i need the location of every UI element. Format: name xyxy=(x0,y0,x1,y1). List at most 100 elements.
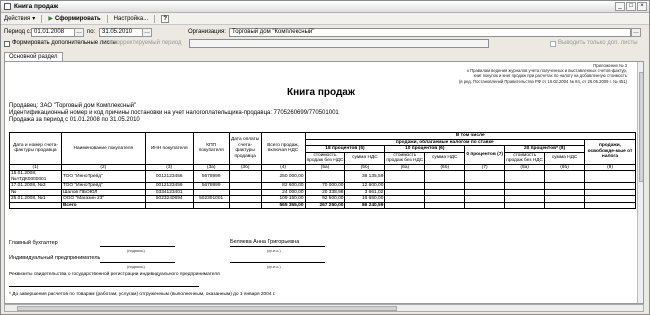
footnote: * До завершения расчетов по товарам (раб… xyxy=(9,292,276,297)
org-label: Организация: xyxy=(188,29,226,35)
table-cell: 15.01.2008, №АТДК0000001 xyxy=(9,170,62,183)
total-cost-18: 267 250,00 xyxy=(304,201,346,209)
total-empty-cell xyxy=(144,201,194,209)
signature-caption: (подпись) xyxy=(127,248,145,253)
close-button[interactable]: × xyxy=(637,2,647,11)
correction-period-label: за корректируемый период xyxy=(106,40,182,46)
report-document: Приложение № 3 к Правилам ведения журнал… xyxy=(4,61,644,304)
document-icon xyxy=(4,3,11,10)
table-cell: 38 135,59 xyxy=(344,170,386,183)
table-cell xyxy=(228,170,262,183)
vertical-scrollbar[interactable] xyxy=(637,62,643,303)
header-vat: сумма НДС xyxy=(544,151,585,165)
accountant-label: Главный бухгалтер xyxy=(9,240,58,246)
total-empty-cell xyxy=(464,201,506,209)
select-org-button[interactable]: … xyxy=(631,28,641,37)
table-cell xyxy=(304,170,346,183)
inn-line: Идентификационный номер и код причины по… xyxy=(9,110,339,116)
entrepreneur-name-line xyxy=(230,262,325,263)
fio-caption: (ф.и.о.) xyxy=(267,248,281,253)
table-row: 15.01.2008, №АТДК0000001 ТОО "ИнноТрейд" 0… xyxy=(9,170,636,183)
appendix-note: Приложение № 3 к Правилам ведения журнал… xyxy=(377,63,627,84)
header-exempt: продажи, освобожде-мые от налога xyxy=(584,138,636,165)
accountant-name: Беляева Анна Григорьевна xyxy=(230,239,300,245)
header-rate-0: 0 процентов (7) xyxy=(464,145,506,165)
table-cell xyxy=(584,170,636,183)
settings-button[interactable]: Настройка... xyxy=(114,16,149,22)
only-add-sheets-checkbox[interactable] xyxy=(550,41,556,47)
header-vat: сумма НДС xyxy=(344,151,386,165)
separator xyxy=(106,14,108,23)
generate-button[interactable]: ▶ Сформировать xyxy=(48,15,101,23)
horizontal-scrollbar[interactable] xyxy=(4,304,644,312)
header-invoice: Дата и номер счета-фактуры продавца xyxy=(9,132,62,165)
total-vat-18: 86 240,59 xyxy=(344,201,386,209)
header-inn: ИНН покупателя xyxy=(144,132,194,165)
maximize-button[interactable]: □ xyxy=(626,2,636,11)
report-title: Книга продаж xyxy=(287,87,355,98)
table-cell: 5678999 xyxy=(192,170,230,183)
table-cell: ТОО "ИнноТрейд" xyxy=(60,170,146,183)
title-bar: Книга продаж _ □ × xyxy=(1,1,649,13)
fio-caption: (ф.и.о.) xyxy=(267,264,281,269)
scroll-thumb[interactable] xyxy=(639,72,643,182)
seller-line: Продавец: ЗАО "Торговый дом Комплексный" xyxy=(9,103,137,109)
appendix-line: (в ред. Постановлений Правительства РФ о… xyxy=(458,78,627,84)
period-to-label: по: xyxy=(87,29,96,35)
accountant-signature-line xyxy=(100,246,175,247)
minimize-button[interactable]: _ xyxy=(615,2,625,11)
additional-sheets-label: Формировать дополнительные листы xyxy=(12,40,117,46)
total-empty-cell xyxy=(504,201,546,209)
header-paydate: Дата оплаты счета-фактуры продавца xyxy=(228,132,262,165)
additional-sheets-checkbox[interactable] xyxy=(4,41,10,47)
entrepreneur-signature-line xyxy=(100,262,175,263)
calendar-from-icon[interactable]: … xyxy=(74,28,84,37)
separator xyxy=(154,14,156,23)
total-empty-cell xyxy=(192,201,230,209)
sales-table: Дата и номер счета-фактуры продавца Наим… xyxy=(9,132,637,209)
play-icon: ▶ xyxy=(48,16,53,22)
total-empty-cell xyxy=(384,201,426,209)
table-cell xyxy=(464,170,506,183)
organization-field[interactable]: Торговый дом "Комплексный" xyxy=(229,28,631,37)
header-cost: стоимость продаж без НДС xyxy=(384,151,426,165)
signature-caption: (подпись) xyxy=(127,264,145,269)
table-cell: 250 000,00 xyxy=(260,170,306,183)
table-cell xyxy=(504,170,546,183)
header-total: Всего продаж, включая НДС xyxy=(260,132,306,165)
accountant-name-line xyxy=(230,246,325,247)
period-line: Продажа за период с 01.01.2008 по 31.05.… xyxy=(9,117,140,123)
period-from-field[interactable]: 01.01.2008 xyxy=(31,28,75,37)
generate-label: Сформировать xyxy=(54,15,101,22)
window-title: Книга продаж xyxy=(14,3,59,10)
header-vat: сумма НДС xyxy=(424,151,466,165)
table-cell xyxy=(384,170,426,183)
total-empty-cell xyxy=(584,201,636,209)
tab-main[interactable]: Основной раздел xyxy=(4,52,63,61)
total-sales: 565 355,00 xyxy=(260,201,306,209)
correction-period-field[interactable] xyxy=(189,39,489,48)
entrepreneur-label: Индивидуальный предприниматель xyxy=(9,255,101,261)
period-to-field[interactable]: 31.05.2010 xyxy=(99,28,143,37)
help-button[interactable]: ? xyxy=(161,14,170,23)
total-row: Всего 565 355,00 267 250,00 86 240,59 xyxy=(9,201,636,209)
period-label: Период с: xyxy=(4,29,32,35)
table-cell xyxy=(424,170,466,183)
header-cost: стоимость продаж без НДС xyxy=(504,151,546,165)
header-cost: стоимость продаж без НДС xyxy=(304,151,346,165)
report-window: Книга продаж _ □ × Действия ▾ ▶ Сформирова… xyxy=(0,0,650,315)
table-cell xyxy=(544,170,585,183)
dropdown-arrow-icon: ▾ xyxy=(32,16,36,22)
requisites-label: Реквизиты свидетельства о государственно… xyxy=(9,272,220,277)
only-add-sheets-label: Выводить только доп. листы xyxy=(558,40,638,46)
calendar-to-icon[interactable]: … xyxy=(142,28,152,37)
total-empty-cell xyxy=(424,201,466,209)
settings-label: Настройка... xyxy=(113,15,149,22)
actions-menu[interactable]: Действия ▾ xyxy=(4,15,36,23)
total-empty-cell xyxy=(544,201,585,209)
total-empty-cell xyxy=(9,201,62,209)
total-empty-cell xyxy=(228,201,262,209)
scroll-thumb[interactable] xyxy=(17,306,397,311)
separator xyxy=(41,14,43,23)
table-cell: 0012123456 xyxy=(144,170,194,183)
